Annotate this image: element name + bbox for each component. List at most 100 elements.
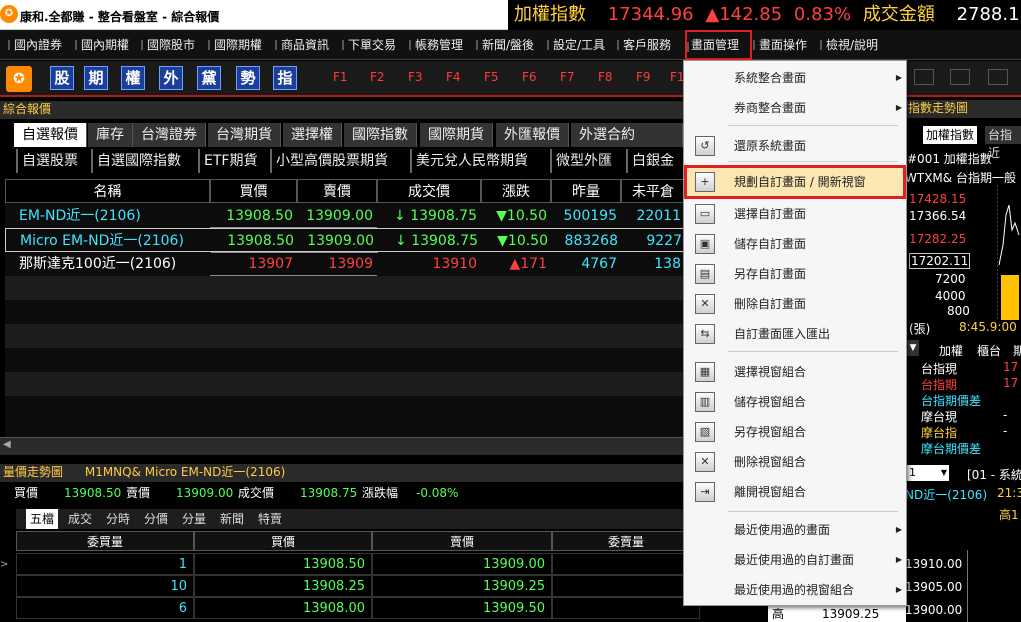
subtab-otc[interactable]: 櫃台	[977, 342, 1001, 359]
menu-item-broker-screens[interactable]: 券商整合畫面 ▶	[684, 93, 906, 123]
menu-item-import-export[interactable]: ⇆ 自訂畫面匯入匯出	[684, 319, 906, 349]
tab-tw-securities[interactable]: 台灣證券	[133, 123, 206, 147]
quick-trend-button[interactable]: 勢	[236, 66, 260, 90]
f2-key[interactable]: F2	[370, 70, 385, 84]
f5-key[interactable]: F5	[484, 70, 499, 84]
tab-volume[interactable]: 分量	[178, 509, 210, 529]
tab-inventory[interactable]: 庫存	[88, 123, 133, 147]
f6-key[interactable]: F6	[522, 70, 537, 84]
mail-icon[interactable]	[950, 69, 970, 85]
tab-fx-options[interactable]: 外選合約	[571, 123, 683, 147]
menu-item-save-custom[interactable]: ▣ 儲存自訂畫面	[684, 229, 906, 259]
menu-item-select-custom[interactable]: ▭ 選擇自訂畫面	[684, 199, 906, 229]
horizontal-scrollbar[interactable]: ◀	[0, 437, 685, 455]
menu-view-help[interactable]: 檢視/說明	[820, 30, 878, 60]
menu-accounts[interactable]: 帳務管理	[409, 30, 463, 60]
subtab-stocks[interactable]: 自選股票	[16, 149, 82, 173]
list-icon[interactable]	[988, 69, 1008, 85]
panel-collapse-icon[interactable]: ▼	[907, 340, 919, 356]
menu-screen-operations[interactable]: 畫面操作	[753, 30, 807, 60]
menu-domestic-securities[interactable]: 國內證券	[8, 30, 62, 60]
f1-key[interactable]: F1	[333, 70, 348, 84]
f4-key[interactable]: F4	[446, 70, 461, 84]
tab-tw-futures[interactable]: 台灣期貨	[208, 123, 281, 147]
col-ask[interactable]: 賣價	[297, 179, 377, 203]
menu-bar: 國內證券 國內期權 國際股市 國際期權 商品資訊 下單交易 帳務管理 新聞/盤後…	[0, 30, 1021, 60]
col-open-interest[interactable]: 未平倉	[621, 179, 685, 203]
menu-service[interactable]: 客戶服務	[617, 30, 671, 60]
layout-label: [01 - 系統	[967, 468, 1021, 482]
menu-separator	[728, 125, 898, 126]
col-change[interactable]: 漲跌	[481, 179, 551, 203]
pen-icon[interactable]	[914, 69, 934, 85]
subtab-silver-gold[interactable]: 白銀金	[626, 149, 684, 173]
tab-time[interactable]: 分時	[102, 509, 134, 529]
menu-item-recent-custom[interactable]: 最近使用過的自訂畫面 ▶	[684, 545, 906, 575]
f8-key[interactable]: F8	[598, 70, 613, 84]
col-bid[interactable]: 買價	[210, 179, 297, 203]
brand-logo-icon[interactable]: ✪	[6, 66, 32, 92]
subtab-intl-index[interactable]: 自選國際指數	[91, 149, 185, 173]
tab-tx-near[interactable]: 台指近	[985, 126, 1021, 160]
quick-stock-button[interactable]: 股	[50, 66, 74, 90]
side-expand-icon[interactable]: >	[0, 559, 12, 579]
menu-intl-futures[interactable]: 國際期權	[208, 30, 262, 60]
menu-item-recent-layouts[interactable]: 最近使用過的視窗組合 ▶	[684, 575, 906, 605]
table-row[interactable]: 那斯達克100近一(2106) 13907 13909 13910 ▲171 4…	[5, 252, 685, 276]
layout-select[interactable]: 1 ▼	[905, 465, 949, 481]
tab-intl-futures[interactable]: 國際期貨	[420, 123, 493, 147]
index-line	[998, 204, 1020, 266]
menu-intl-stocks[interactable]: 國際股市	[141, 30, 195, 60]
menu-trading[interactable]: 下單交易	[342, 30, 396, 60]
quick-options-button[interactable]: 權	[121, 66, 145, 90]
tab-watchlist[interactable]: 自選報價	[14, 123, 87, 147]
menu-item-exit-layout[interactable]: ⇥ 離開視窗組合	[684, 477, 906, 507]
table-row[interactable]: EM-ND近一(2106) 13908.50 13909.00 ↓ 13908.…	[5, 204, 685, 228]
menu-item-save-layout[interactable]: ▥ 儲存視窗組合	[684, 387, 906, 417]
quick-foreign-button[interactable]: 外	[159, 66, 183, 90]
tab-price[interactable]: 分價	[140, 509, 172, 529]
dropdown-arrow-icon[interactable]: ▼	[941, 465, 947, 481]
subtab-etf-futures[interactable]: ETF期貨	[198, 149, 261, 173]
tab-trades[interactable]: 成交	[64, 509, 96, 529]
menu-item-select-layout[interactable]: ▦ 選擇視窗組合	[684, 357, 906, 387]
f9-key[interactable]: F9	[636, 70, 651, 84]
tab-fx-quotes[interactable]: 外匯報價	[496, 123, 569, 147]
menu-item-save-as-custom[interactable]: ▤ 另存自訂畫面	[684, 259, 906, 289]
quick-index-button[interactable]: 指	[273, 66, 297, 90]
cell-change: ▼10.50	[497, 233, 548, 249]
table-row-selected[interactable]: Micro EM-ND近一(2106) 13908.50 13909.00 ↓ …	[5, 228, 685, 253]
subtab-futures[interactable]: 期	[1013, 342, 1021, 359]
menu-domestic-futures[interactable]: 國內期權	[75, 30, 129, 60]
scroll-left-icon[interactable]: ◀	[3, 439, 11, 450]
tab-five-levels[interactable]: 五檔	[26, 509, 59, 529]
subtab-micro-fx[interactable]: 微型外匯	[550, 149, 616, 173]
col-volume[interactable]: 昨量	[551, 179, 621, 203]
menu-item-delete-custom[interactable]: ✕ 刪除自訂畫面	[684, 289, 906, 319]
menu-item-restore-system[interactable]: ↺ 還原系統畫面	[684, 131, 906, 161]
cell-last: ↓ 13908.75	[395, 233, 478, 249]
col-name[interactable]: 名稱	[5, 179, 210, 203]
quick-dark-button[interactable]: 黛	[197, 66, 221, 90]
subtab-small-stock-futures[interactable]: 小型高價股票期貨	[270, 149, 392, 173]
menu-settings[interactable]: 設定/工具	[547, 30, 605, 60]
col-last[interactable]: 成交價	[377, 179, 481, 203]
subtab-usd-cny[interactable]: 美元兌人民幣期貨	[410, 149, 532, 173]
tab-special[interactable]: 特賣	[254, 509, 286, 529]
menu-screen-management[interactable]: 畫面管理	[685, 30, 752, 60]
menu-item-save-as-layout[interactable]: ▧ 另存視窗組合	[684, 417, 906, 447]
f7-key[interactable]: F7	[560, 70, 575, 84]
tab-weighted-index[interactable]: 加權指數	[923, 126, 978, 144]
menu-item-delete-layout[interactable]: ✕ 刪除視窗組合	[684, 447, 906, 477]
menu-item-system-screens[interactable]: 系統整合畫面 ▶	[684, 63, 906, 93]
menu-news[interactable]: 新聞/盤後	[476, 30, 534, 60]
tab-options[interactable]: 選擇權	[283, 123, 342, 147]
tab-news[interactable]: 新聞	[216, 509, 248, 529]
menu-item-recent-screens[interactable]: 最近使用過的畫面 ▶	[684, 515, 906, 545]
menu-quotes[interactable]: 商品資訊	[275, 30, 329, 60]
quick-futures-button[interactable]: 期	[84, 66, 108, 90]
subtab-weighted[interactable]: 加權	[939, 342, 963, 359]
menu-item-plan-custom-screen[interactable]: + 規劃自訂畫面 / 開新視窗	[684, 165, 906, 199]
tab-intl-index[interactable]: 國際指數	[344, 123, 417, 147]
f3-key[interactable]: F3	[408, 70, 423, 84]
